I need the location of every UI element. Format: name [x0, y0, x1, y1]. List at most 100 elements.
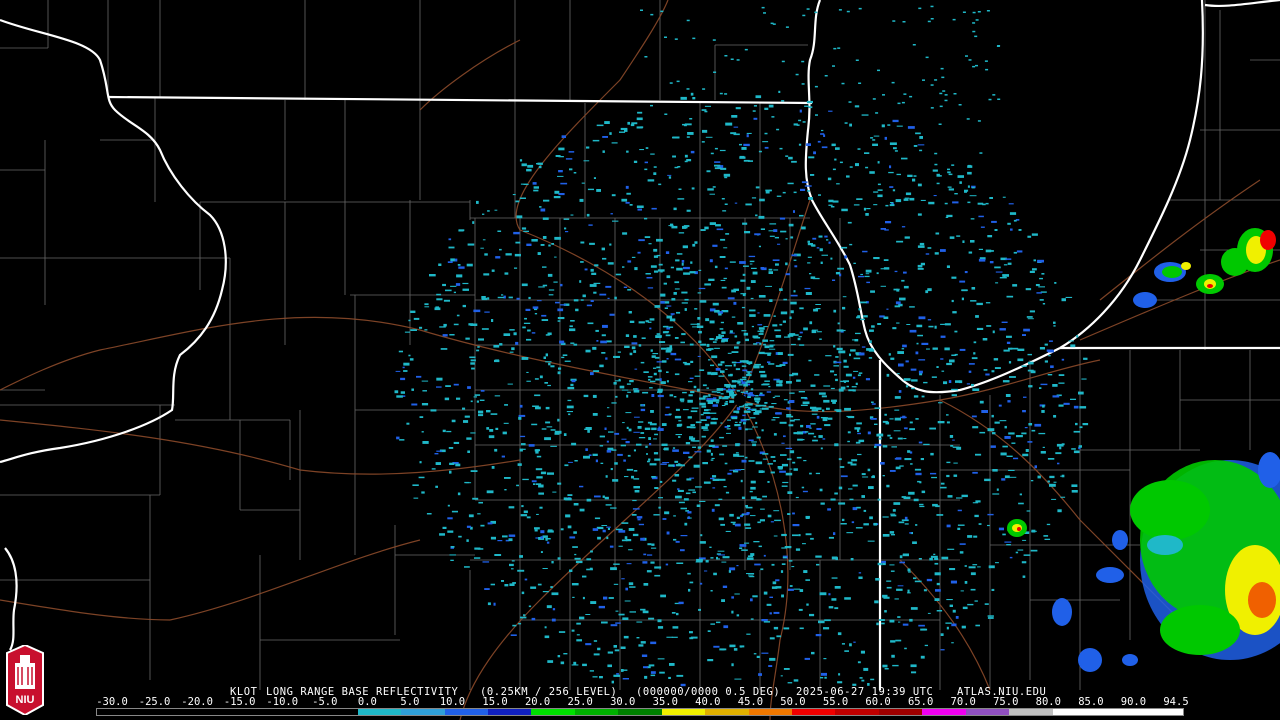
clutter-echo: [921, 490, 926, 494]
clutter-echo: [789, 392, 795, 394]
clutter-echo: [508, 506, 515, 509]
clutter-echo: [720, 334, 724, 337]
clutter-echo: [1058, 404, 1064, 407]
clutter-echo: [633, 470, 638, 472]
clutter-echo: [917, 245, 925, 248]
clutter-echo: [749, 314, 756, 317]
clutter-echo: [815, 308, 821, 310]
clutter-echo: [947, 495, 953, 498]
clutter-echo: [857, 315, 861, 317]
clutter-echo: [768, 385, 771, 388]
clutter-echo: [707, 371, 712, 375]
clutter-echo: [690, 636, 698, 639]
clutter-echo: [920, 262, 925, 266]
clutter-echo: [802, 401, 810, 405]
clutter-echo: [1006, 341, 1011, 344]
clutter-echo: [855, 332, 861, 335]
clutter-echo: [743, 143, 750, 147]
clutter-echo: [657, 658, 665, 660]
clutter-echo: [589, 242, 595, 245]
clutter-echo: [743, 383, 748, 387]
clutter-echo: [547, 273, 553, 277]
clutter-echo: [773, 229, 778, 232]
clutter-echo: [589, 284, 597, 287]
clutter-echo: [820, 447, 823, 450]
clutter-echo: [706, 170, 711, 173]
clutter-echo: [482, 561, 490, 563]
clutter-echo: [512, 582, 516, 584]
colorbar-tick-label: 85.0: [1078, 696, 1104, 708]
clutter-echo: [804, 105, 809, 107]
clutter-echo: [771, 403, 777, 405]
clutter-echo: [987, 524, 990, 527]
clutter-echo: [638, 437, 646, 439]
clutter-echo: [704, 226, 709, 230]
clutter-echo: [643, 583, 649, 586]
clutter-echo: [641, 337, 646, 339]
clutter-echo: [618, 530, 626, 533]
clutter-echo: [769, 596, 773, 598]
clutter-echo: [1034, 465, 1037, 469]
clutter-echo: [512, 194, 516, 196]
clutter-echo: [649, 423, 657, 426]
clutter-echo: [793, 419, 800, 421]
clutter-echo: [735, 368, 741, 371]
clutter-echo: [758, 470, 763, 473]
precipitation-echo: [1260, 230, 1276, 250]
clutter-echo: [484, 253, 488, 256]
clutter-echo: [436, 377, 443, 381]
clutter-echo: [599, 364, 604, 368]
clutter-echo: [706, 343, 710, 347]
clutter-echo: [909, 421, 913, 424]
clutter-echo: [675, 495, 682, 499]
colorbar-tick-label: 70.0: [950, 696, 976, 708]
clutter-echo: [982, 338, 988, 341]
clutter-echo: [915, 418, 919, 420]
clutter-echo: [783, 627, 790, 630]
clutter-echo: [840, 523, 847, 525]
clutter-echo: [886, 580, 892, 582]
clutter-echo: [466, 539, 469, 542]
clutter-echo: [709, 320, 715, 324]
clutter-echo: [916, 324, 923, 328]
clutter-echo: [593, 282, 601, 284]
colorbar-tick-label: -25.0: [138, 696, 171, 708]
clutter-echo: [869, 171, 875, 174]
clutter-echo: [665, 251, 670, 254]
clutter-echo: [846, 10, 850, 13]
clutter-echo: [977, 120, 981, 122]
clutter-echo: [935, 589, 941, 592]
clutter-echo: [828, 110, 833, 112]
clutter-echo: [675, 434, 682, 436]
clutter-echo: [737, 381, 741, 384]
clutter-echo: [671, 225, 678, 229]
clutter-echo: [854, 339, 859, 342]
clutter-echo: [834, 492, 838, 495]
clutter-echo: [791, 254, 797, 257]
clutter-echo: [846, 415, 853, 417]
clutter-echo: [804, 185, 812, 187]
clutter-echo: [750, 618, 754, 620]
clutter-echo: [791, 343, 796, 346]
clutter-echo: [940, 358, 944, 360]
clutter-echo: [577, 640, 580, 641]
clutter-echo: [779, 470, 786, 473]
clutter-echo: [470, 432, 476, 434]
clutter-echo: [876, 272, 879, 275]
clutter-echo: [646, 453, 648, 455]
clutter-echo: [725, 368, 728, 370]
clutter-echo: [1002, 274, 1009, 277]
clutter-echo: [675, 540, 680, 543]
clutter-echo: [526, 338, 532, 341]
clutter-echo: [1058, 382, 1065, 384]
clutter-echo: [820, 261, 823, 264]
clutter-echo: [677, 489, 684, 492]
clutter-echo: [760, 568, 764, 571]
clutter-echo: [570, 214, 574, 216]
precipitation-echo: [1112, 530, 1128, 550]
clutter-echo: [761, 267, 767, 271]
clutter-echo: [402, 395, 406, 397]
clutter-echo: [970, 300, 977, 302]
clutter-echo: [1050, 365, 1054, 368]
clutter-echo: [797, 431, 804, 435]
